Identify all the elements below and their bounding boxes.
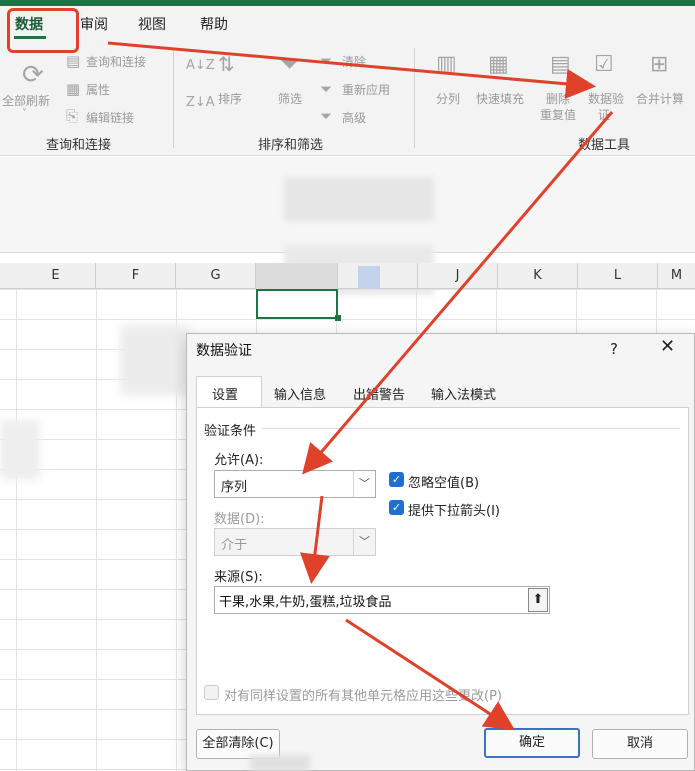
data-select: 介于 ﹀: [214, 528, 376, 556]
chevron-down-icon: ﹀: [353, 529, 375, 555]
query-connections-icon: ▤: [66, 52, 81, 70]
tab-help[interactable]: 帮助: [200, 14, 228, 34]
source-label: 来源(S):: [214, 570, 263, 585]
allow-select[interactable]: 序列 ﹀: [214, 470, 376, 498]
column-header[interactable]: G: [176, 263, 256, 289]
column-header-row: E F G J K L M: [0, 263, 695, 289]
data-value: 介于: [221, 538, 248, 553]
settings-panel: [196, 407, 689, 715]
group-label-data-tools: 数据工具: [578, 138, 631, 153]
filter-icon: ⏷: [280, 50, 300, 78]
dialog-title: 数据验证: [196, 343, 252, 359]
fill-handle[interactable]: [335, 315, 341, 321]
chevron-down-icon[interactable]: ﹀: [353, 471, 375, 497]
ok-button[interactable]: 确定: [484, 728, 580, 758]
group-label-queries: 查询和连接: [46, 138, 112, 153]
column-header[interactable]: [256, 263, 338, 289]
edit-links-icon: ⎘: [66, 107, 79, 125]
divider: [262, 428, 680, 429]
apply-all-checkbox: [204, 685, 219, 700]
blurred-region: [0, 420, 40, 480]
flash-fill-button[interactable]: 快速填充: [476, 90, 524, 107]
clear-filter-icon: ⏷: [320, 52, 333, 70]
refresh-all-icon: ⟳: [22, 60, 44, 90]
edit-links-button[interactable]: 编辑链接: [86, 109, 134, 126]
filter-button[interactable]: 筛选: [278, 90, 302, 107]
tab-ime-mode[interactable]: 输入法模式: [431, 384, 496, 403]
reapply-button[interactable]: 重新应用: [342, 81, 390, 98]
cancel-button[interactable]: 取消: [592, 729, 688, 759]
text-to-columns-button[interactable]: 分列: [436, 90, 460, 107]
remove-duplicates-button[interactable]: 删除: [546, 90, 570, 107]
refresh-all-button[interactable]: 全部刷新: [2, 92, 50, 109]
apply-all-label: 对有同样设置的所有其他单元格应用这些更改(P): [224, 689, 502, 704]
ignore-blank-label: 忽略空值(B): [408, 476, 480, 491]
tab-review[interactable]: 审阅: [80, 14, 108, 34]
close-icon[interactable]: ✕: [660, 336, 675, 357]
clear-button[interactable]: 清除: [342, 53, 366, 70]
dropdown-checkbox[interactable]: ✓: [389, 500, 404, 515]
properties-button[interactable]: 属性: [86, 81, 110, 98]
tab-settings[interactable]: 设置: [212, 384, 238, 403]
sort-button[interactable]: 排序: [218, 90, 242, 107]
tab-error-alert[interactable]: 出错警告: [353, 384, 405, 403]
flash-fill-icon: ▦: [488, 52, 509, 77]
remove-duplicates-label-2: 重复值: [540, 108, 577, 122]
data-validation-icon: ☑: [594, 52, 614, 77]
tab-view[interactable]: 视图: [138, 14, 166, 34]
sort-icon: ⇅: [218, 52, 235, 76]
column-header[interactable]: E: [16, 263, 96, 289]
blurred-region: [120, 325, 190, 395]
allow-value: 序列: [221, 480, 248, 495]
ribbon-tabs: 数据 审阅 视图 帮助: [0, 6, 695, 40]
ignore-blank-checkbox[interactable]: ✓: [389, 472, 404, 487]
consolidate-icon: ⊞: [650, 52, 669, 77]
remove-duplicates-icon: ▤: [550, 52, 571, 77]
column-header[interactable]: M: [658, 263, 695, 289]
text-to-columns-icon: ▥: [436, 52, 457, 77]
advanced-button[interactable]: 高级: [342, 109, 366, 126]
data-label: 数据(D):: [214, 512, 265, 527]
sort-az-icon[interactable]: A↓Z: [186, 58, 215, 73]
column-header[interactable]: L: [578, 263, 658, 289]
selected-cell[interactable]: [256, 289, 338, 319]
tab-input-message[interactable]: 输入信息: [274, 384, 326, 403]
sort-za-icon[interactable]: Z↓A: [186, 95, 215, 110]
range-picker-icon[interactable]: ⬆: [528, 588, 548, 612]
advanced-filter-icon: ⏷: [320, 107, 333, 125]
section-title: 验证条件: [204, 424, 257, 439]
properties-icon: ▦: [66, 80, 81, 98]
column-header[interactable]: K: [498, 263, 578, 289]
dropdown-label: 提供下拉箭头(I): [408, 504, 500, 519]
reapply-icon: ⏷: [320, 80, 333, 98]
annotation-highlight-box: [7, 8, 79, 53]
data-validation-button[interactable]: 数据验: [588, 90, 624, 107]
blurred-header: [358, 266, 380, 290]
query-connections-button[interactable]: 查询和连接: [86, 53, 146, 70]
consolidate-button[interactable]: 合并计算: [636, 90, 684, 107]
ribbon-separator: [414, 48, 415, 148]
help-icon[interactable]: ?: [610, 340, 618, 358]
allow-label: 允许(A):: [214, 453, 264, 468]
source-value[interactable]: 干果,水果,牛奶,蛋糕,垃圾食品: [219, 591, 392, 610]
ribbon-separator: [173, 48, 174, 148]
column-header[interactable]: J: [418, 263, 498, 289]
refresh-dropdown-icon[interactable]: ˅: [22, 108, 27, 119]
data-validation-label-2: 证: [598, 108, 611, 122]
column-header[interactable]: F: [96, 263, 176, 289]
blurred-region: [250, 755, 310, 771]
group-label-sort-filter: 排序和筛选: [258, 138, 324, 153]
blurred-region: [284, 177, 434, 221]
